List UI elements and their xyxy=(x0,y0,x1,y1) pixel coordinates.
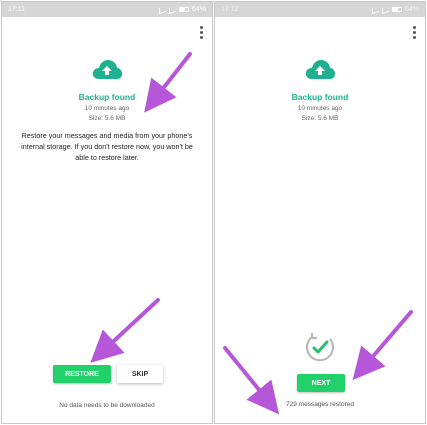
right-phone-screen: 17:12 64% Backup found 10 minutes ago Si… xyxy=(214,1,426,424)
annotation-arrow xyxy=(223,310,413,415)
tutorial-canvas: 17:11 64% Backup found 10 minutes ago Si… xyxy=(0,0,427,425)
annotation-arrow xyxy=(90,52,192,363)
left-phone-screen: 17:11 64% Backup found 10 minutes ago Si… xyxy=(1,1,213,424)
